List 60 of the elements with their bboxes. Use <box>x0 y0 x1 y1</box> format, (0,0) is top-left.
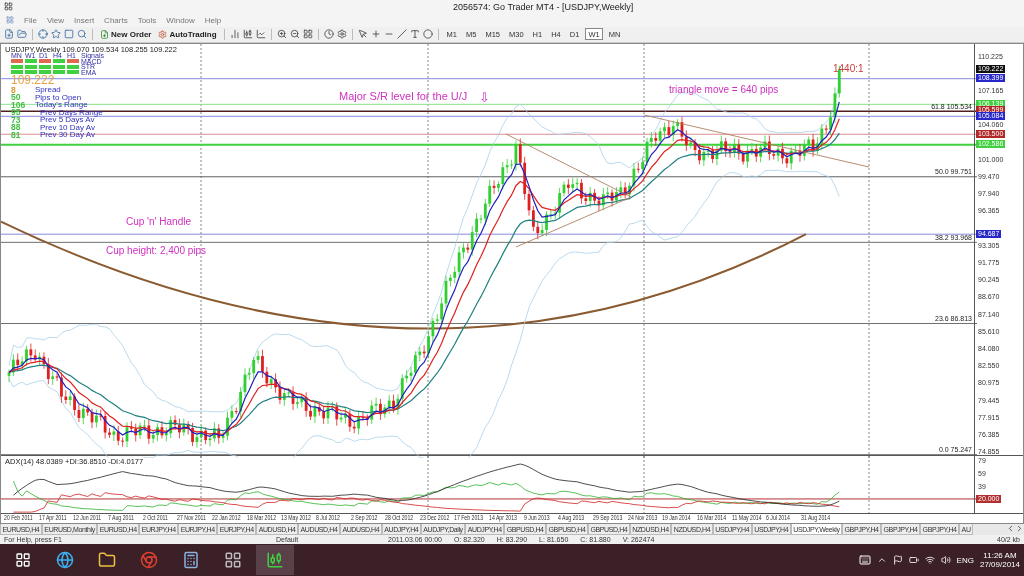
stat-label: Pips to Open <box>35 92 82 102</box>
arrow-label: ⇩ <box>479 89 490 105</box>
gear-icon <box>158 29 168 39</box>
window-title: 2056574: Go Trader MT4 - [USDJPY,Weekly] <box>453 1 634 12</box>
network-icon[interactable] <box>924 555 935 566</box>
app-icon <box>4 2 13 12</box>
folder-icon[interactable] <box>98 551 116 570</box>
candlestick-icon[interactable] <box>242 29 253 40</box>
stat-value: 73 <box>11 114 22 125</box>
battery-icon[interactable] <box>908 555 919 566</box>
chart-annotation: Cup 'n' Handle <box>126 215 191 227</box>
flag-icon[interactable] <box>892 555 903 566</box>
calculator-icon[interactable] <box>182 551 200 570</box>
menu-item[interactable]: Window <box>166 15 195 25</box>
zoom-out-icon[interactable] <box>289 29 300 40</box>
crosshair-icon[interactable] <box>38 29 48 40</box>
scroll-left-icon[interactable] <box>1006 523 1015 533</box>
scroll-right-icon[interactable] <box>1015 523 1024 533</box>
menu-item[interactable]: Tools <box>137 15 157 25</box>
globe-icon[interactable] <box>56 551 74 570</box>
grid-icon[interactable] <box>224 551 242 570</box>
menu-item[interactable]: Charts <box>104 15 128 25</box>
stat-value: 8 <box>11 84 16 95</box>
crosshair-icon[interactable] <box>370 29 381 40</box>
ellipse-icon[interactable] <box>422 29 433 40</box>
start-icon[interactable] <box>15 552 31 569</box>
clock-time: 11:26 AM <box>983 551 1017 561</box>
menu-item[interactable]: View <box>46 15 65 25</box>
clock-icon[interactable] <box>323 29 334 40</box>
clock-date: 27/09/2014 <box>979 560 1020 570</box>
settings-icon[interactable] <box>336 29 347 40</box>
star-icon[interactable] <box>51 29 61 40</box>
current-price: 109.222 <box>11 75 55 87</box>
cursor-icon[interactable] <box>357 29 368 40</box>
keyboard-icon[interactable] <box>858 554 871 567</box>
volume-icon[interactable] <box>940 555 951 566</box>
language-indicator[interactable]: ENG <box>956 555 974 565</box>
text-icon[interactable] <box>409 29 420 40</box>
toolbar-button[interactable]: AutoTrading <box>156 27 219 41</box>
stat-label: Spread <box>35 85 61 95</box>
line-chart-icon[interactable] <box>255 29 266 40</box>
chart-annotation: triangle move = 640 pips <box>669 83 779 95</box>
new-chart-icon[interactable] <box>4 29 14 40</box>
zoom-in-icon[interactable] <box>276 29 287 40</box>
chart-icon[interactable] <box>266 551 284 570</box>
stat-label: Prev 10 Day Av <box>40 122 95 132</box>
grid-icon[interactable] <box>302 29 313 40</box>
stat-label: Prev 5 Days Av <box>40 115 95 125</box>
search-icon[interactable] <box>77 29 87 40</box>
window-icon[interactable] <box>64 29 74 40</box>
menu-item[interactable]: Insert <box>74 15 95 25</box>
menu-item[interactable]: File <box>24 15 37 25</box>
trendline-icon[interactable] <box>396 29 407 40</box>
toolbar-button[interactable]: New Order <box>98 27 154 41</box>
document-plus-icon <box>100 29 109 39</box>
browser-icon[interactable] <box>140 551 158 570</box>
chart-annotation: Major S/R level for the U/J <box>339 89 468 102</box>
taskbar-button[interactable] <box>256 545 294 576</box>
menu-item[interactable]: Help <box>204 15 222 25</box>
chart-annotation: Cup height: 2,400 pips <box>106 244 207 256</box>
